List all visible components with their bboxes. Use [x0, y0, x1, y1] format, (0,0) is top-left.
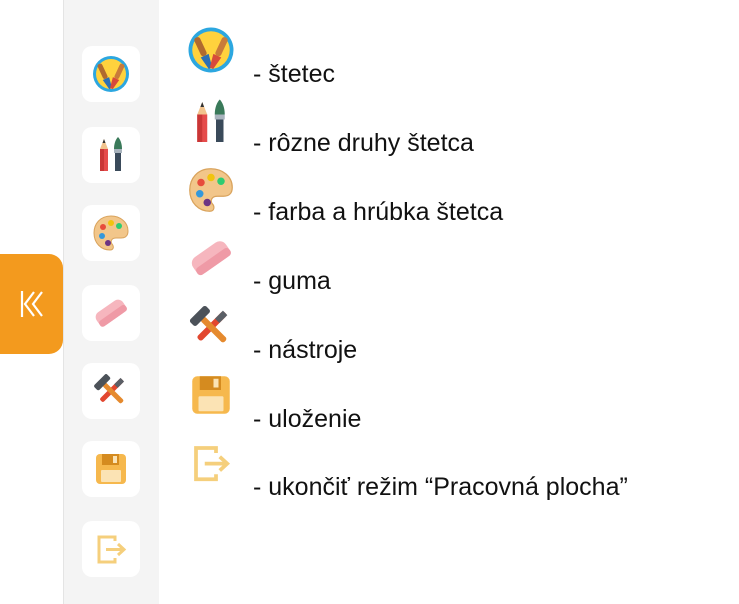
- tools-icon: [186, 302, 236, 352]
- legend-text-save: - uloženie: [253, 405, 362, 433]
- legend-text-brush: - štetec: [253, 60, 335, 88]
- brush-icon: [91, 54, 131, 94]
- collapse-sidebar-tab[interactable]: [0, 254, 63, 354]
- palette-icon: [91, 213, 131, 253]
- brush-icon: [186, 25, 236, 75]
- exit-icon: [186, 438, 236, 488]
- legend-text-brush-types: - rôzne druhy štetca: [253, 129, 474, 157]
- brush-types-icon: [186, 97, 236, 147]
- exit-button[interactable]: [82, 521, 140, 577]
- save-icon: [91, 449, 131, 489]
- legend-icon-palette: [185, 164, 237, 216]
- save-button[interactable]: [82, 441, 140, 497]
- eraser-icon: [186, 233, 236, 283]
- brush-types-button[interactable]: [82, 127, 140, 183]
- legend-icon-exit: [185, 437, 237, 489]
- save-icon: [186, 370, 236, 420]
- tools-icon: [91, 371, 131, 411]
- double-chevron-left-icon: [20, 291, 43, 317]
- palette-button[interactable]: [82, 205, 140, 261]
- brush-button[interactable]: [82, 46, 140, 102]
- legend-text-palette: - farba a hrúbka štetca: [253, 198, 504, 226]
- toolbar-sidebar: [63, 0, 159, 604]
- tools-button[interactable]: [82, 363, 140, 419]
- legend-icon-save: [185, 369, 237, 421]
- legend-text-eraser: - guma: [253, 267, 331, 295]
- legend-text-tools: - nástroje: [253, 336, 358, 364]
- exit-icon: [91, 529, 131, 569]
- legend-icon-eraser: [185, 232, 237, 284]
- eraser-icon: [91, 293, 131, 333]
- brush-types-icon: [91, 135, 131, 175]
- legend-icon-brush-types: [185, 96, 237, 148]
- legend-text-exit: - ukončiť režim “Pracovná plocha”: [253, 473, 628, 501]
- legend-icon-brush: [185, 24, 237, 76]
- palette-icon: [186, 165, 236, 215]
- legend-icon-tools: [185, 301, 237, 353]
- eraser-button[interactable]: [82, 285, 140, 341]
